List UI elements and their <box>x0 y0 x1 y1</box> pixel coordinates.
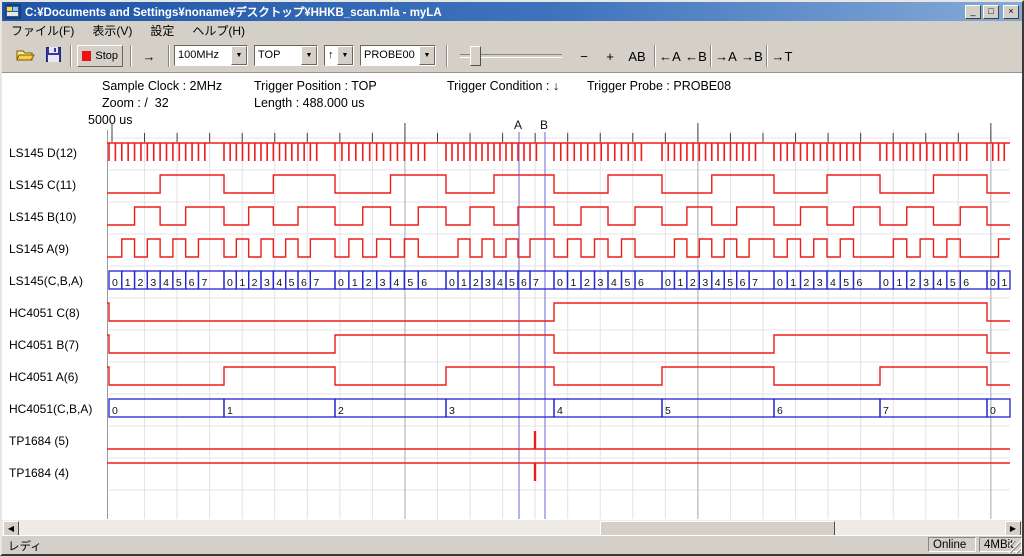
menu-view[interactable]: 表示(V) <box>83 20 141 42</box>
toolbar-separator <box>168 45 170 67</box>
channel-label: LS145(C,B,A) <box>9 274 83 288</box>
channel-label: LS145 A(9) <box>9 242 69 256</box>
toolbar-separator <box>130 45 132 67</box>
trigger-condition-readout: Trigger Condition : ↓ <box>447 79 559 93</box>
menu-bar: ファイル(F) 表示(V) 設定 ヘルプ(H) <box>2 21 1022 41</box>
stop-button[interactable]: Stop <box>77 45 123 67</box>
toolbar-separator <box>70 45 72 67</box>
toolbar-separator <box>654 45 656 67</box>
app-window: C:¥Documents and Settings¥noname¥デスクトップ¥… <box>0 0 1024 556</box>
zoom-out-button[interactable]: − <box>572 45 596 67</box>
channel-label: LS145 B(10) <box>9 210 76 224</box>
waveform-area: Sample Clock : 2MHz Trigger Position : T… <box>2 73 1022 520</box>
trigger-position-readout: Trigger Position : TOP <box>254 79 377 93</box>
goto-a-forward-button[interactable]: →A <box>714 45 738 67</box>
run-button[interactable]: → <box>136 45 162 67</box>
stop-icon <box>82 51 91 61</box>
save-file-button[interactable] <box>40 45 66 67</box>
menu-help[interactable]: ヘルプ(H) <box>183 20 254 42</box>
open-folder-icon <box>16 48 35 65</box>
toolbar-separator <box>446 45 448 67</box>
goto-b-backward-button[interactable]: ←B <box>684 45 708 67</box>
menu-settings[interactable]: 設定 <box>141 20 183 42</box>
goto-b-forward-button[interactable]: →B <box>740 45 764 67</box>
goto-a-backward-button[interactable]: ←A <box>658 45 682 67</box>
channel-label: HC4051(C,B,A) <box>9 402 92 416</box>
ab-button[interactable]: AB <box>624 45 650 67</box>
goto-trigger-button[interactable]: →T <box>770 45 794 67</box>
title-bar: C:¥Documents and Settings¥noname¥デスクトップ¥… <box>2 2 1022 21</box>
channel-label: LS145 D(12) <box>9 146 77 160</box>
chevron-down-icon[interactable]: ▼ <box>337 46 353 65</box>
channel-label: LS145 C(11) <box>9 178 76 192</box>
chevron-down-icon[interactable]: ▼ <box>301 46 317 65</box>
chevron-down-icon[interactable]: ▼ <box>419 46 435 65</box>
zoom-slider-handle[interactable] <box>470 46 481 66</box>
floppy-save-icon <box>46 47 61 65</box>
channel-label: TP1684 (5) <box>9 434 69 448</box>
chevron-down-icon[interactable]: ▼ <box>231 46 247 65</box>
toolbar: Stop → 100MHz ▼ TOP ▼ ↑ ▼ PROBE00 ▼ − + … <box>2 41 1022 73</box>
toolbar-separator <box>710 45 712 67</box>
maximize-button[interactable]: □ <box>983 5 999 19</box>
app-icon <box>5 4 21 19</box>
channel-label: HC4051 C(8) <box>9 306 80 320</box>
status-online-badge: Online <box>928 537 976 552</box>
toolbar-separator <box>766 45 768 67</box>
status-bar: レディ Online 4MBit <box>2 535 1022 554</box>
sample-clock-combo[interactable]: 100MHz ▼ <box>174 45 248 66</box>
zoom-in-button[interactable]: + <box>598 45 622 67</box>
sample-clock-readout: Sample Clock : 2MHz <box>102 79 222 93</box>
channel-label: HC4051 A(6) <box>9 370 78 384</box>
time-origin-label: 5000 us <box>88 113 132 127</box>
resize-grip[interactable] <box>1009 541 1021 553</box>
trigger-probe-readout: Trigger Probe : PROBE08 <box>587 79 731 93</box>
minimize-button[interactable]: _ <box>965 5 981 19</box>
trigger-position-combo[interactable]: TOP ▼ <box>254 45 318 66</box>
open-file-button[interactable] <box>12 45 38 67</box>
channel-label: TP1684 (4) <box>9 466 69 480</box>
close-button[interactable]: × <box>1003 5 1019 19</box>
window-title: C:¥Documents and Settings¥noname¥デスクトップ¥… <box>25 4 963 20</box>
status-ready-text: レディ <box>8 538 42 554</box>
zoom-readout: Zoom : / 32 <box>102 96 169 110</box>
trigger-probe-combo[interactable]: PROBE00 ▼ <box>360 45 436 66</box>
menu-file[interactable]: ファイル(F) <box>2 20 83 42</box>
trigger-edge-combo[interactable]: ↑ ▼ <box>324 45 354 66</box>
channel-label: HC4051 B(7) <box>9 338 79 352</box>
length-readout: Length : 488.000 us <box>254 96 365 110</box>
